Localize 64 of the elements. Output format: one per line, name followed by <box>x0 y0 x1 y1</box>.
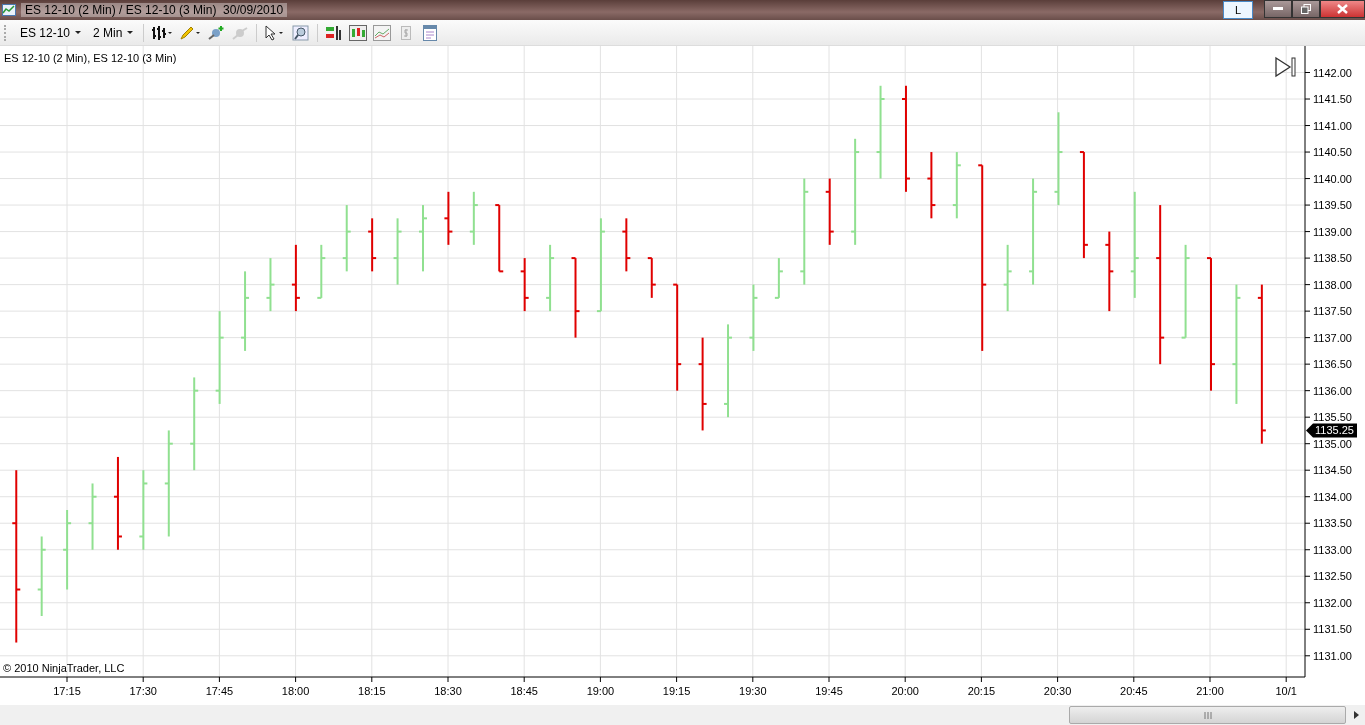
x-axis-label: 20:30 <box>1043 685 1072 697</box>
y-axis-label: 1133.00 <box>1313 543 1352 556</box>
last-price-marker: 1135.25 <box>1306 423 1357 438</box>
window-title: ES 12-10 (2 Min) / ES 12-10 (3 Min) 30/09/2010 <box>21 3 288 17</box>
line-chart-icon[interactable] <box>372 24 393 41</box>
minimize-icon <box>1273 7 1283 11</box>
x-axis-label: 19:00 <box>586 685 615 697</box>
x-axis-label: 10/1 <box>1275 685 1297 697</box>
x-axis-label: 18:15 <box>358 685 386 697</box>
caret-icon <box>75 31 82 34</box>
chart-icon <box>2 4 16 16</box>
y-axis-label: 1132.50 <box>1313 570 1352 583</box>
y-axis-label: 1136.00 <box>1313 384 1352 397</box>
y-axis-label: 1132.00 <box>1313 596 1352 609</box>
x-axis-label: 18:30 <box>434 685 462 697</box>
close-icon <box>1337 4 1348 14</box>
x-axis-label: 17:45 <box>205 685 234 697</box>
x-axis-label: 17:15 <box>53 685 81 697</box>
close-button[interactable] <box>1320 0 1365 18</box>
x-axis-label: 20:45 <box>1120 685 1148 697</box>
x-axis-label: 19:45 <box>815 685 843 697</box>
caret-icon <box>127 31 134 34</box>
restore-button[interactable] <box>1292 0 1320 18</box>
y-axis-label: 1131.00 <box>1313 649 1352 662</box>
y-axis-label: 1140.00 <box>1313 172 1352 185</box>
y-axis-label: 1139.50 <box>1313 199 1352 212</box>
y-axis-label: 1135.00 <box>1313 437 1352 450</box>
instrument-dropdown[interactable]: ES 12-10 <box>16 25 86 40</box>
y-axis-label: 1134.00 <box>1313 490 1352 503</box>
minimize-button[interactable] <box>1264 0 1292 18</box>
x-axis-label: 18:45 <box>510 685 538 697</box>
scroll-to-end-icon[interactable] <box>1275 56 1296 78</box>
x-axis-label: 20:15 <box>967 685 996 697</box>
y-axis-label: 1137.00 <box>1313 331 1352 344</box>
y-axis-label: 1141.00 <box>1313 119 1352 132</box>
y-axis-label: 1137.50 <box>1313 305 1352 318</box>
y-axis-label: 1142.00 <box>1313 66 1352 79</box>
y-axis-label: 1138.00 <box>1313 278 1352 291</box>
x-axis-label: 21:00 <box>1196 685 1224 697</box>
restore-icon <box>1301 4 1311 14</box>
add-pin-icon[interactable] <box>206 24 227 41</box>
y-axis-label: 1133.50 <box>1313 517 1352 530</box>
scrollbar-thumb[interactable] <box>1069 706 1346 724</box>
x-axis-label: 20:00 <box>891 685 919 697</box>
layout-button[interactable]: L <box>1223 1 1253 19</box>
x-axis-label: 17:30 <box>129 685 157 697</box>
zoom-icon[interactable] <box>291 24 312 41</box>
x-axis-label: 19:30 <box>739 685 767 697</box>
interval-dropdown[interactable]: 2 Min <box>89 25 138 40</box>
y-axis-label: 1134.50 <box>1313 464 1352 477</box>
x-axis-label: 19:15 <box>662 685 691 697</box>
y-axis-label: 1139.00 <box>1313 225 1352 238</box>
bar-style-icon[interactable] <box>150 24 175 41</box>
y-axis-label: 1135.50 <box>1313 411 1352 424</box>
y-axis-label: 1138.50 <box>1313 252 1352 265</box>
copyright-text: © 2010 NinjaTrader, LLC <box>3 662 125 674</box>
y-axis-label: 1140.50 <box>1313 146 1352 159</box>
series-label: ES 12-10 (2 Min), ES 12-10 (3 Min) <box>4 52 177 64</box>
y-axis-label: 1131.50 <box>1313 623 1352 636</box>
y-axis-label: 1141.50 <box>1313 93 1352 106</box>
scroll-right-icon[interactable] <box>1354 711 1359 719</box>
candlestick-icon[interactable] <box>348 24 369 41</box>
y-axis-label: 1136.50 <box>1313 358 1352 371</box>
x-axis-label: 18:00 <box>281 685 310 697</box>
